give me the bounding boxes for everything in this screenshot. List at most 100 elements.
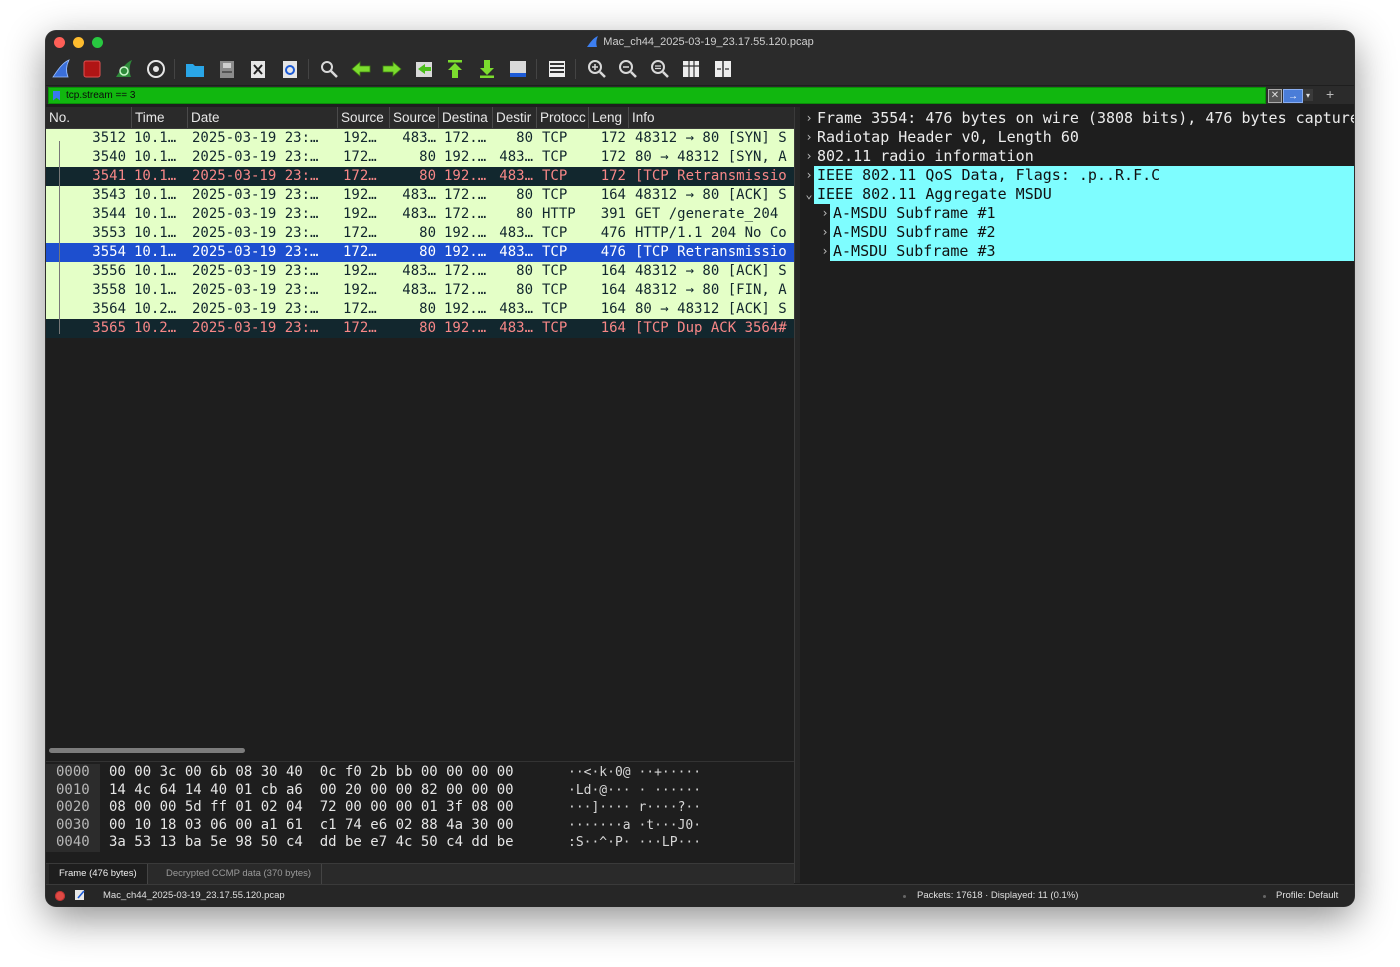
expert-info-icon[interactable]: [55, 891, 65, 901]
packet-row[interactable]: 3540 10.1… 2025-03-19 23:… 172… 80 192.… 483… T…: [46, 148, 794, 167]
chevron-down-icon[interactable]: ▾: [1303, 89, 1313, 101]
packet-cell-sport: 80: [419, 168, 436, 184]
hex-offset: 0020: [46, 799, 100, 817]
packet-row[interactable]: 3543 10.1… 2025-03-19 23:… 192… 483… 172.… 80 T…: [46, 186, 794, 205]
packet-row[interactable]: 3553 10.1… 2025-03-19 23:… 172… 80 192.… 483… T…: [46, 224, 794, 243]
hex-ascii[interactable]: ···]···· r····?··: [568, 799, 701, 817]
packet-cell-proto: TCP: [542, 282, 568, 298]
hex-bytes[interactable]: 00 00 3c 00 6b 08 30 40 0c f0 2b bb 00 0…: [109, 764, 514, 782]
hex-bytes[interactable]: 00 10 18 03 06 00 a1 61 c1 74 e6 02 88 4…: [109, 817, 514, 835]
hex-bytes[interactable]: 14 4c 64 14 40 01 cb a6 00 20 00 00 82 0…: [109, 782, 514, 800]
packet-cell-len: 164: [600, 263, 626, 279]
start-capture-icon[interactable]: [49, 57, 73, 81]
hex-ascii[interactable]: ·······a ·t···J0·: [568, 817, 701, 835]
details-tree-item[interactable]: › A-MSDU Subframe #1: [800, 204, 1354, 223]
split-view-icon[interactable]: [711, 57, 735, 81]
hex-ascii[interactable]: ·Ld·@··· · ······: [568, 782, 701, 800]
details-tree-item[interactable]: › A-MSDU Subframe #3: [800, 242, 1354, 261]
packet-row[interactable]: 3512 10.1… 2025-03-19 23:… 192… 483… 172.… 80 T…: [46, 129, 794, 148]
column-header-no[interactable]: No.: [46, 107, 132, 128]
details-tree-item[interactable]: › IEEE 802.11 QoS Data, Flags: .p..R.F.C: [800, 166, 1354, 185]
bytes-tabs: Frame (476 bytes) Decrypted CCMP data (3…: [46, 863, 794, 884]
find-packet-icon[interactable]: [317, 57, 341, 81]
packet-cell-dst: 192.…: [444, 168, 487, 184]
packet-cell-no: 3544: [92, 206, 126, 222]
colorize-icon[interactable]: [545, 57, 569, 81]
packet-cell-info: 80 → 48312 [ACK] S: [635, 301, 787, 317]
column-header-source[interactable]: Source: [338, 107, 390, 128]
status-profile[interactable]: Profile: Default: [1276, 885, 1338, 906]
packet-cell-sport: 80: [419, 225, 436, 241]
go-to-packet-icon[interactable]: [412, 57, 436, 81]
details-tree-item[interactable]: › 802.11 radio information: [800, 147, 1354, 166]
tab-frame-bytes[interactable]: Frame (476 bytes): [49, 864, 148, 884]
restart-capture-icon[interactable]: [112, 57, 136, 81]
packet-row[interactable]: 3564 10.2… 2025-03-19 23:… 172… 80 192.… 483… T…: [46, 300, 794, 319]
status-separator: [903, 895, 906, 898]
horizontal-scrollbar[interactable]: [49, 748, 245, 753]
column-header-date[interactable]: Date: [188, 107, 338, 128]
packet-cell-src: 172…: [343, 320, 377, 336]
reload-file-icon[interactable]: [278, 57, 302, 81]
hex-ascii[interactable]: :S··^·P· ···LP···: [568, 834, 701, 852]
column-header-destination[interactable]: Destina: [439, 107, 493, 128]
packet-cell-src: 192…: [343, 206, 377, 222]
packet-list: No. Time Date Source Source Destina Dest…: [46, 107, 794, 757]
go-back-icon[interactable]: [349, 57, 373, 81]
packet-cell-no: 3564: [92, 301, 126, 317]
details-tree-label: Radiotap Header v0, Length 60: [817, 128, 1079, 146]
packet-cell-dport: 80: [516, 282, 533, 298]
open-file-icon[interactable]: [183, 57, 207, 81]
zoom-reset-icon[interactable]: [648, 57, 672, 81]
packet-cell-time: 10.1…: [134, 130, 177, 146]
apply-filter-button[interactable]: →: [1283, 89, 1303, 103]
column-header-protocol[interactable]: Protocc: [537, 107, 589, 128]
capture-comment-icon[interactable]: [74, 889, 86, 901]
hex-ascii[interactable]: ··<·k·0@ ··+·····: [568, 764, 701, 782]
packet-row[interactable]: 3544 10.1… 2025-03-19 23:… 192… 483… 172.… 80 H…: [46, 205, 794, 224]
capture-options-icon[interactable]: [144, 57, 168, 81]
zoom-in-icon[interactable]: [585, 57, 609, 81]
packet-cell-src: 172…: [343, 301, 377, 317]
add-filter-button[interactable]: +: [1326, 86, 1334, 102]
display-filter-input[interactable]: tcp.stream == 3: [48, 87, 1266, 104]
go-forward-icon[interactable]: [380, 57, 404, 81]
display-filter-text[interactable]: tcp.stream == 3: [66, 90, 135, 101]
go-last-icon[interactable]: [475, 57, 499, 81]
details-tree-item[interactable]: › Radiotap Header v0, Length 60: [800, 128, 1354, 147]
details-tree-item[interactable]: › A-MSDU Subframe #2: [800, 223, 1354, 242]
tab-decrypted-ccmp[interactable]: Decrypted CCMP data (370 bytes): [156, 864, 323, 884]
go-first-icon[interactable]: [443, 57, 467, 81]
packet-row[interactable]: 3558 10.1… 2025-03-19 23:… 192… 483… 172.… 80 T…: [46, 281, 794, 300]
packet-row[interactable]: 3556 10.1… 2025-03-19 23:… 192… 483… 172.… 80 T…: [46, 262, 794, 281]
details-tree-label: 802.11 radio information: [817, 147, 1034, 165]
packet-row[interactable]: 3565 10.2… 2025-03-19 23:… 172… 80 192.… 483… T…: [46, 319, 794, 338]
column-header-source-port[interactable]: Source: [390, 107, 439, 128]
column-header-time[interactable]: Time: [132, 107, 188, 128]
details-tree-item[interactable]: ⌄ IEEE 802.11 Aggregate MSDU: [800, 185, 1354, 204]
details-tree-label: A-MSDU Subframe #3: [830, 242, 1354, 261]
packet-cell-proto: TCP: [542, 187, 568, 203]
save-file-icon[interactable]: [215, 57, 239, 81]
column-header-destination-port[interactable]: Destir: [493, 107, 537, 128]
auto-scroll-icon[interactable]: [506, 57, 530, 81]
packet-cell-time: 10.1…: [134, 187, 177, 203]
packet-cell-len: 476: [600, 244, 626, 260]
clear-filter-button[interactable]: ✕: [1268, 89, 1282, 103]
packet-cell-dport: 80: [516, 130, 533, 146]
packet-cell-len: 164: [600, 301, 626, 317]
zoom-out-icon[interactable]: [616, 57, 640, 81]
hex-bytes[interactable]: 08 00 00 5d ff 01 02 04 72 00 00 00 01 3…: [109, 799, 514, 817]
column-header-length[interactable]: Leng: [589, 107, 629, 128]
close-file-icon[interactable]: [246, 57, 270, 81]
hex-bytes[interactable]: 3a 53 13 ba 5e 98 50 c4 dd be e7 4c 50 c…: [109, 834, 514, 852]
resize-columns-icon[interactable]: [679, 57, 703, 81]
packet-cell-src: 192…: [343, 263, 377, 279]
bookmark-icon[interactable]: [53, 90, 60, 101]
column-header-info[interactable]: Info: [629, 107, 794, 128]
stop-capture-icon[interactable]: [80, 57, 104, 81]
packet-row[interactable]: 3541 10.1… 2025-03-19 23:… 172… 80 192.… 483… T…: [46, 167, 794, 186]
packet-row[interactable]: 3554 10.1… 2025-03-19 23:… 172… 80 192.… 483… T…: [46, 243, 794, 262]
packet-cell-len: 172: [600, 149, 626, 165]
details-tree-item[interactable]: › Frame 3554: 476 bytes on wire (3808 bit…: [800, 109, 1354, 128]
